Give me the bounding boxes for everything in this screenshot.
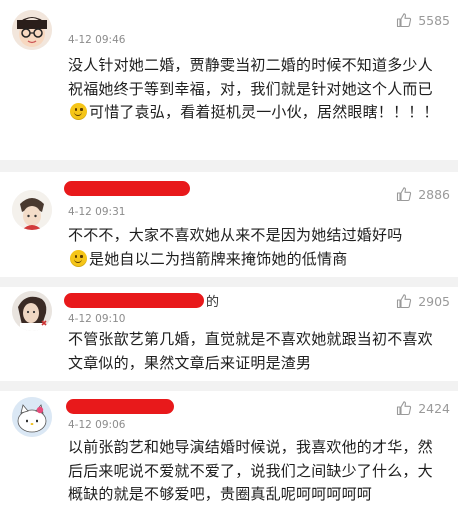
smile-emoji-icon (70, 103, 87, 120)
comment-text: 不管张歆艺第几婚，直觉就是不喜欢她就跟当初不喜欢文章似的，果然文章后来证明是渣男 (68, 330, 433, 372)
like-button[interactable]: 2886 (396, 186, 450, 202)
redacted-username (64, 181, 190, 196)
thumb-up-icon (397, 13, 412, 28)
user-avatar[interactable] (12, 397, 52, 437)
thumb-up-icon (397, 294, 412, 309)
redacted-username (64, 293, 204, 308)
thumb-up-icon (397, 187, 412, 202)
username-suffix: 的 (206, 295, 220, 310)
comment-text: 以前张韵艺和她导演结婚时候说，我喜欢他的才华，然后后来呢说不爱就不爱了，说我们之… (68, 438, 433, 503)
comment-item: 4-12 09:06 2424 以前张韵艺和她导演结婚时候说，我喜欢他的才华，然… (0, 391, 458, 532)
like-button[interactable]: 2905 (396, 293, 450, 309)
comment-item: 4-12 09:46 5585 没人针对她二婚，贾静雯当初二婚的时候不知道多少人… (0, 0, 458, 160)
comment-item: 4-12 09:31 2886 不不不，大家不喜欢她从来不是因为她结过婚好吗 是她… (0, 172, 458, 277)
redacted-username (66, 399, 174, 414)
comment-date: 4-12 09:10 (68, 313, 126, 325)
user-avatar[interactable] (12, 190, 52, 230)
comment-item: 的 4-12 09:10 2905 不管张歆艺第几婚，直觉就是不喜欢她就跟当初不… (0, 287, 458, 381)
comment-date: 4-12 09:06 (68, 419, 126, 431)
comment-date: 4-12 09:46 (68, 34, 126, 46)
comment-text: 不不不，大家不喜欢她从来不是因为她结过婚好吗 是她自以二为挡箭牌来掩饰她的低情商 (68, 226, 403, 268)
comment-text: 没人针对她二婚，贾静雯当初二婚的时候不知道多少人祝福她终于等到幸福，对，我们就是… (68, 56, 439, 121)
like-count: 2424 (418, 400, 450, 416)
comment-date: 4-12 09:31 (68, 206, 126, 218)
user-avatar[interactable] (12, 291, 52, 331)
comment-separator (0, 160, 458, 172)
thumb-up-icon (397, 401, 412, 416)
like-button[interactable]: 2424 (396, 400, 450, 416)
like-count: 2905 (418, 293, 450, 309)
like-count: 2886 (418, 186, 450, 202)
like-count: 5585 (418, 12, 450, 28)
comment-separator (0, 381, 458, 391)
comment-separator (0, 277, 458, 287)
like-button[interactable]: 5585 (396, 12, 450, 28)
user-avatar[interactable] (12, 10, 52, 50)
smile-emoji-icon (70, 249, 87, 267)
